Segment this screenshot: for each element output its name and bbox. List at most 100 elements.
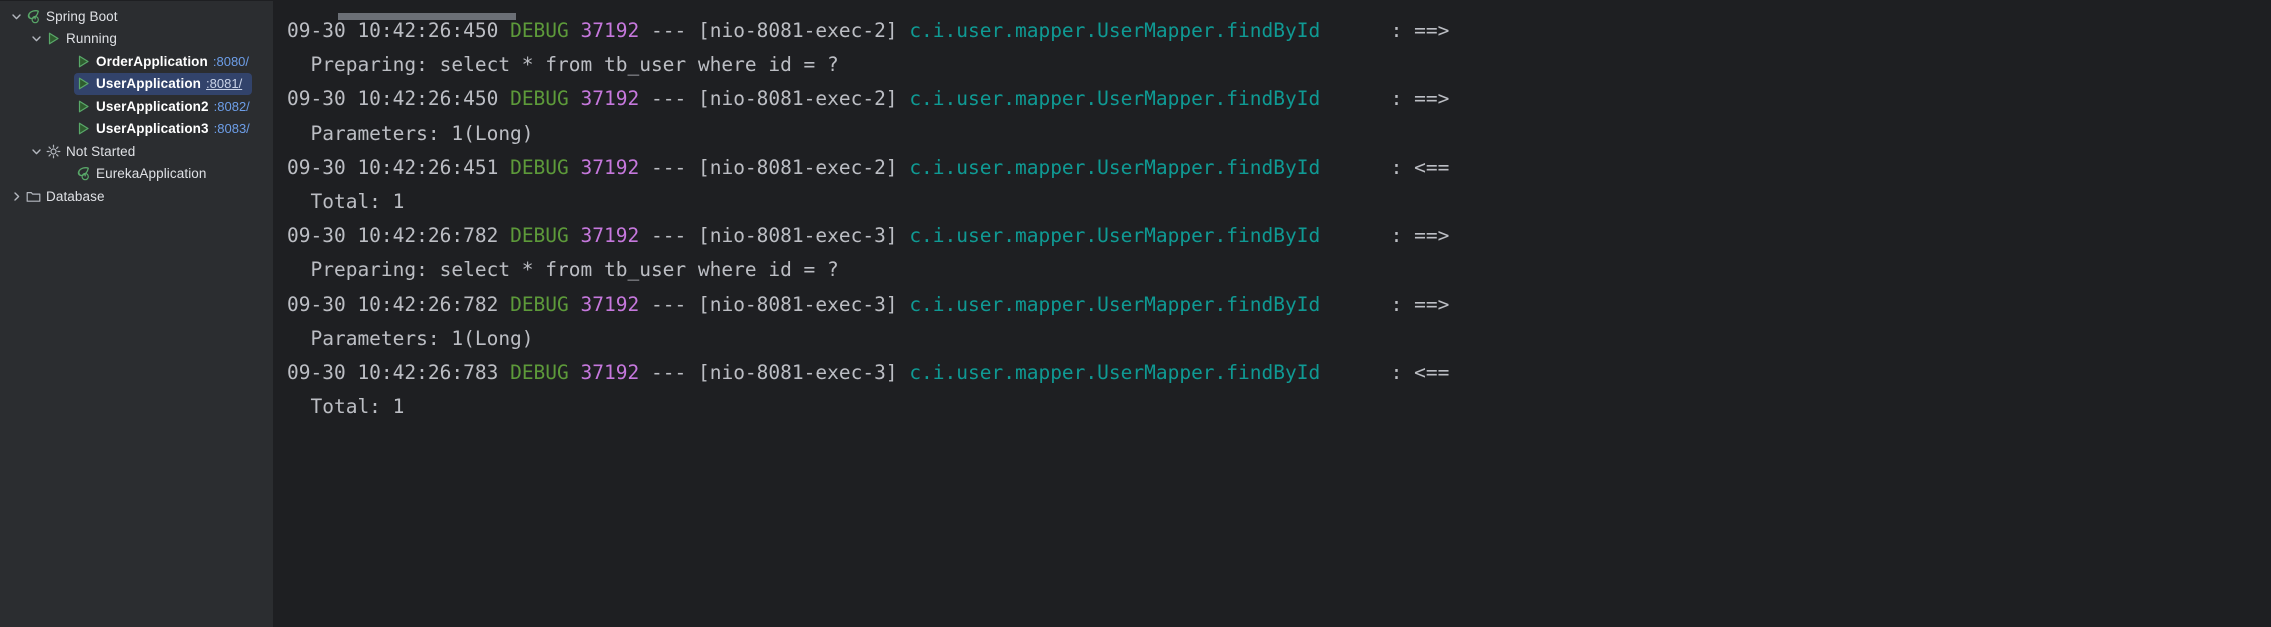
sidebar-item-eurekaapplication[interactable]: EurekaApplication xyxy=(0,163,273,186)
sidebar-item-port-link[interactable]: :8081/ xyxy=(206,76,242,91)
spring-boot-icon xyxy=(74,163,92,185)
log-logger-name: c.i.user.mapper.UserMapper.findById xyxy=(909,87,1321,111)
log-separator: --- xyxy=(650,224,687,248)
tree-item-content[interactable]: Database xyxy=(24,185,115,208)
chevron-down-icon[interactable] xyxy=(8,5,24,27)
log-level: DEBUG xyxy=(510,155,569,179)
log-direction-arrow: ==> xyxy=(1414,292,1450,316)
log-colon: : xyxy=(1390,19,1403,42)
log-logger-name: c.i.user.mapper.UserMapper.findById xyxy=(909,292,1321,316)
log-level: DEBUG xyxy=(510,224,569,248)
log-separator: --- xyxy=(650,155,687,179)
log-timestamp: 09-30 10:42:26:783 xyxy=(287,360,499,384)
sidebar-item-port-link[interactable]: :8080/ xyxy=(213,54,249,69)
log-pid: 37192 xyxy=(580,224,640,248)
log-separator: --- xyxy=(650,19,687,42)
sidebar-item-label: UserApplication xyxy=(96,76,202,92)
log-direction-arrow: ==> xyxy=(1414,87,1450,111)
sidebar-item-label: Not Started xyxy=(66,143,136,159)
log-level: DEBUG xyxy=(510,360,569,384)
log-pid: 37192 xyxy=(580,360,640,384)
tree-item-content[interactable]: Spring Boot xyxy=(24,5,128,28)
log-separator: --- xyxy=(650,292,687,316)
log-detail-line: Total: 1 xyxy=(273,390,2271,424)
log-message-text: Parameters: 1(Long) xyxy=(287,326,534,350)
log-message-text: Parameters: 1(Long) xyxy=(287,121,534,145)
log-logger-name: c.i.user.mapper.UserMapper.findById xyxy=(909,224,1321,248)
log-detail-line: Parameters: 1(Long) xyxy=(273,322,2271,356)
log-message-text: Total: 1 xyxy=(287,189,405,213)
sidebar-item-port-link[interactable]: :8082/ xyxy=(214,99,250,114)
log-entry-line: 09-30 10:42:26:451 DEBUG 37192 --- [nio-… xyxy=(273,151,2271,185)
tree-item-content[interactable]: EurekaApplication xyxy=(74,163,217,186)
services-tree: Spring Boot Running OrderApplication :8080/… xyxy=(0,1,273,208)
chevron-down-icon[interactable] xyxy=(28,28,44,50)
log-thread: [nio-8081-exec-3] xyxy=(697,292,898,316)
log-pid: 37192 xyxy=(580,87,640,111)
tree-item-content[interactable]: UserApplication :8081/ xyxy=(74,72,253,95)
log-detail-line: Preparing: select * from tb_user where i… xyxy=(273,253,2271,287)
sidebar-item-userapplication3[interactable]: UserApplication3 :8083/ xyxy=(0,118,273,141)
log-direction-arrow: <== xyxy=(1414,360,1450,384)
sidebar-item-label: Spring Boot xyxy=(46,8,118,24)
sidebar-item-orderapplication[interactable]: OrderApplication :8080/ xyxy=(0,50,273,73)
tree-item-content[interactable]: Not Started xyxy=(44,140,145,163)
run-triangle-icon xyxy=(44,28,62,50)
tree-item-content[interactable]: Running xyxy=(44,28,127,51)
services-tool-window: Spring Boot Running OrderApplication :8080/… xyxy=(0,0,2271,627)
folder-icon xyxy=(24,185,42,207)
sidebar-item-spring-boot[interactable]: Spring Boot xyxy=(0,5,273,28)
log-logger-name: c.i.user.mapper.UserMapper.findById xyxy=(909,360,1321,384)
log-timestamp: 09-30 10:42:26:450 xyxy=(287,19,499,42)
log-timestamp: 09-30 10:42:26:450 xyxy=(287,87,499,111)
log-timestamp: 09-30 10:42:26:782 xyxy=(287,224,499,248)
run-triangle-icon xyxy=(74,50,92,72)
sidebar-item-label: UserApplication3 xyxy=(96,121,209,137)
log-colon: : xyxy=(1390,224,1403,248)
sidebar-item-database[interactable]: Database xyxy=(0,185,273,208)
log-thread: [nio-8081-exec-3] xyxy=(697,224,898,248)
tree-item-content[interactable]: UserApplication2:8082/ xyxy=(74,95,260,118)
log-timestamp: 09-30 10:42:26:782 xyxy=(287,292,499,316)
sidebar-item-userapplication[interactable]: UserApplication :8081/ xyxy=(0,72,273,95)
log-level: DEBUG xyxy=(510,292,569,316)
sidebar-item-port-link[interactable]: :8083/ xyxy=(214,121,250,136)
sidebar-item-running[interactable]: Running xyxy=(0,28,273,51)
run-triangle-icon xyxy=(74,95,92,117)
log-colon: : xyxy=(1390,87,1403,111)
log-message-text: Preparing: select * from tb_user where i… xyxy=(287,258,839,282)
log-pid: 37192 xyxy=(580,19,640,42)
log-colon: : xyxy=(1390,292,1403,316)
chevron-down-icon[interactable] xyxy=(28,140,44,162)
tree-item-content[interactable]: OrderApplication :8080/ xyxy=(74,50,259,73)
sidebar-item-userapplication2[interactable]: UserApplication2:8082/ xyxy=(0,95,273,118)
chevron-right-icon[interactable] xyxy=(8,185,24,207)
console-log-panel: 09-30 10:42:26:450 DEBUG 37192 --- [nio-… xyxy=(273,0,2271,627)
horizontal-scrollbar-track[interactable] xyxy=(273,7,2271,20)
log-separator: --- xyxy=(650,87,687,111)
log-thread: [nio-8081-exec-3] xyxy=(697,360,898,384)
log-logger-name: c.i.user.mapper.UserMapper.findById xyxy=(909,19,1321,42)
log-thread: [nio-8081-exec-2] xyxy=(697,87,898,111)
tree-item-content[interactable]: UserApplication3 :8083/ xyxy=(74,118,260,141)
log-logger-name: c.i.user.mapper.UserMapper.findById xyxy=(909,155,1321,179)
log-thread: [nio-8081-exec-2] xyxy=(697,155,898,179)
log-direction-arrow: <== xyxy=(1414,155,1450,179)
log-entry-line: 09-30 10:42:26:782 DEBUG 37192 --- [nio-… xyxy=(273,219,2271,253)
log-detail-line: Parameters: 1(Long) xyxy=(273,117,2271,151)
log-entry-line: 09-30 10:42:26:783 DEBUG 37192 --- [nio-… xyxy=(273,356,2271,390)
log-direction-arrow: ==> xyxy=(1414,19,1450,42)
log-detail-line: Preparing: select * from tb_user where i… xyxy=(273,48,2271,82)
run-triangle-icon xyxy=(74,118,92,140)
run-triangle-icon xyxy=(74,73,92,95)
log-pid: 37192 xyxy=(580,155,640,179)
log-entry-line: 09-30 10:42:26:782 DEBUG 37192 --- [nio-… xyxy=(273,288,2271,322)
log-message-text: Preparing: select * from tb_user where i… xyxy=(287,53,839,77)
sidebar-item-label: OrderApplication xyxy=(96,53,208,69)
console-output[interactable]: 09-30 10:42:26:450 DEBUG 37192 --- [nio-… xyxy=(273,14,2271,424)
log-entry-line: 09-30 10:42:26:450 DEBUG 37192 --- [nio-… xyxy=(273,82,2271,116)
gear-icon xyxy=(44,140,62,162)
log-timestamp: 09-30 10:42:26:451 xyxy=(287,155,499,179)
log-level: DEBUG xyxy=(510,19,569,42)
sidebar-item-not-started[interactable]: Not Started xyxy=(0,140,273,163)
